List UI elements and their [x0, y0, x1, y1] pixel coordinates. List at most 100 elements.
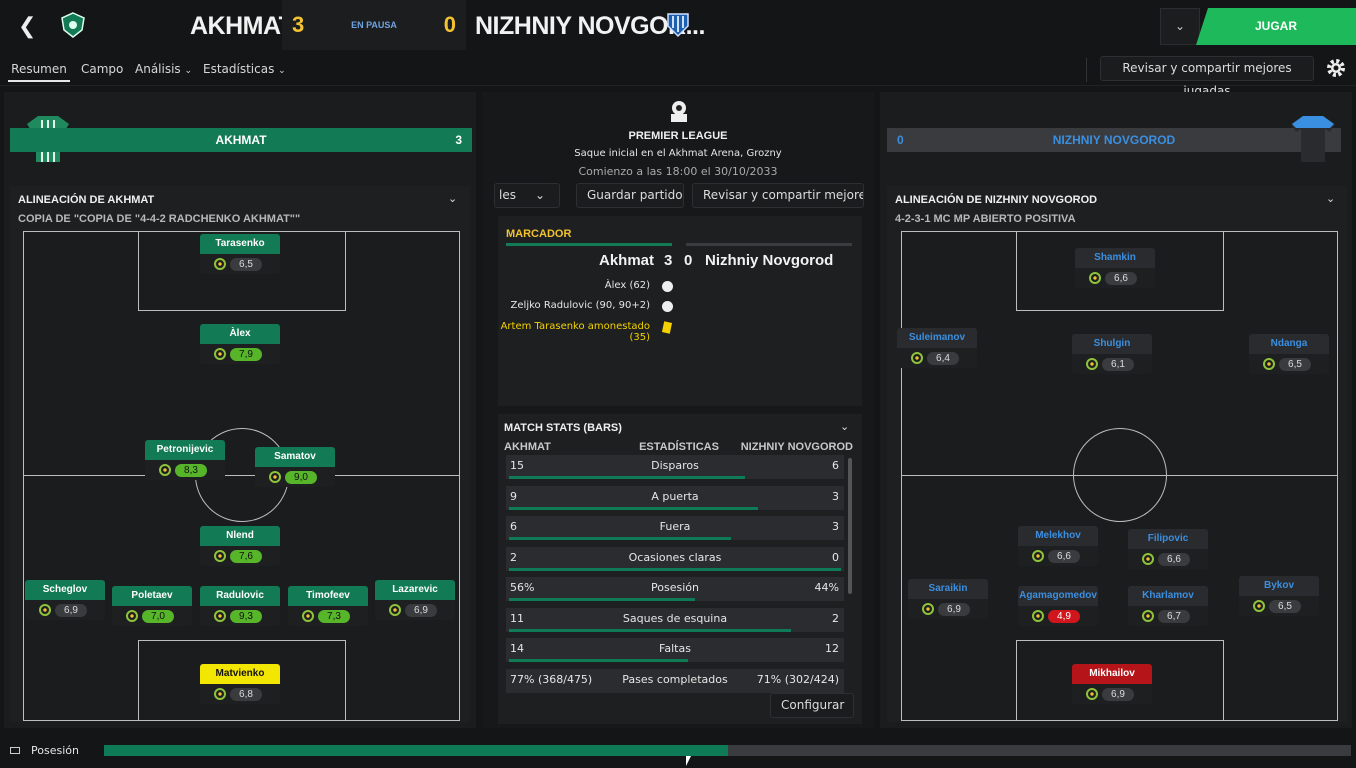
player-rating: 6,8 — [230, 688, 262, 701]
player-rating-row: 6,6 — [1075, 268, 1155, 288]
stat-home-bar — [509, 537, 732, 540]
player-rating: 6,6 — [1105, 272, 1137, 285]
player-rating-row: 6,1 — [1072, 354, 1152, 374]
player-rating-row: 6,6 — [1018, 546, 1098, 566]
player-name-tag[interactable]: Suleimanov — [897, 328, 977, 348]
player-name-tag[interactable]: Scheglov — [25, 580, 105, 600]
competition-logo-icon — [668, 98, 690, 124]
player-name-tag[interactable]: Poletaev — [112, 586, 192, 606]
player-rating: 6,6 — [1158, 553, 1190, 566]
player-name-tag[interactable]: Tarasenko — [200, 234, 280, 254]
stat-away-value: 12 — [825, 642, 839, 655]
condition-icon — [1086, 688, 1098, 700]
tab-analysis[interactable]: Análisis ⌄ — [135, 62, 192, 76]
stat-row: 6 Fuera 3 — [506, 516, 844, 540]
player-rating: 7,3 — [318, 610, 350, 623]
player-name-tag[interactable]: Kharlamov — [1128, 586, 1208, 606]
condition-icon — [269, 471, 281, 483]
play-button[interactable]: JUGAR — [1196, 8, 1356, 45]
condition-icon — [1142, 610, 1154, 622]
stat-row: 9A puerta 3 — [506, 485, 844, 510]
away-banner-name: NIZHNIY NOVGOROD — [1052, 133, 1176, 147]
stat-home-bar — [509, 476, 745, 479]
tab-summary[interactable]: Resumen — [8, 62, 70, 82]
save-match-button[interactable]: Guardar partido — [576, 183, 684, 208]
home-color-bar — [506, 243, 672, 246]
away-kit-icon — [1290, 114, 1336, 164]
chevron-down-icon: ⌄ — [534, 188, 545, 202]
player-name-tag[interactable]: Lazarevic — [375, 580, 455, 600]
condition-icon — [1032, 550, 1044, 562]
review-highlights-button[interactable]: Revisar y compartir mejores jugadas — [1100, 56, 1314, 98]
back-arrow-icon[interactable]: ❮ — [18, 14, 36, 39]
player-name-tag[interactable]: Shulgin — [1072, 334, 1152, 354]
stats-away-header: NIZHNIY NOVGOROD — [740, 441, 853, 453]
player-name-tag[interactable]: Filipovic — [1128, 529, 1208, 549]
condition-icon — [214, 688, 226, 700]
condition-icon — [1253, 600, 1265, 612]
collapse-chevron-icon[interactable]: ⌄ — [1326, 192, 1335, 205]
stat-home-bar — [509, 628, 792, 632]
goal-event: Àlex (62) — [604, 280, 650, 291]
stats-scrollbar[interactable] — [848, 458, 852, 594]
center-review-button[interactable]: Revisar y compartir mejores ju — [692, 183, 864, 208]
stat-label: Faltas — [659, 642, 691, 655]
player-name-tag[interactable]: Mikhailov — [1072, 664, 1152, 684]
condition-icon — [1032, 610, 1044, 622]
player-rating: 6,6 — [1048, 550, 1080, 563]
player-name-tag[interactable]: Nlend — [200, 526, 280, 546]
player-name-tag[interactable]: Saraikin — [908, 579, 988, 599]
stat-away-value: 3 — [832, 489, 839, 503]
player-name-tag[interactable]: Agamagomedov — [1018, 586, 1098, 606]
condition-icon — [39, 604, 51, 616]
player-rating: 7,9 — [230, 348, 262, 361]
player-name-tag[interactable]: Melekhov — [1018, 526, 1098, 546]
player-name-tag[interactable]: Àlex — [200, 324, 280, 344]
player-rating-row: 4,9 — [1018, 606, 1098, 626]
player-rating-row: 6,9 — [908, 599, 988, 619]
player-rating-row: 6,7 — [1128, 606, 1208, 626]
tab-statistics[interactable]: Estadísticas ⌄ — [203, 62, 286, 76]
stats-home-header: AKHMAT — [504, 441, 551, 453]
home-lineup-title: ALINEACIÓN DE AKHMAT — [18, 194, 155, 206]
player-name-tag[interactable]: Matvienko — [200, 664, 280, 684]
player-name-tag[interactable]: Samatov — [255, 447, 335, 467]
collapse-chevron-icon[interactable]: ⌄ — [840, 420, 849, 433]
goal-event: Zeljko Radulovic (90, 90+2) — [510, 300, 650, 311]
player-rating-row: 7,3 — [288, 606, 368, 626]
player-rating: 4,9 — [1048, 610, 1080, 623]
away-pitch — [901, 231, 1338, 721]
home-team-banner: AKHMAT 3 — [10, 128, 472, 152]
away-formation: 4-2-3-1 MC MP ABIERTO POSITIVA — [895, 213, 1076, 225]
stat-row: 15 Disparos 6 — [506, 455, 844, 479]
possession-icon — [10, 747, 20, 754]
stat-label: Saques de esquina — [622, 611, 728, 625]
chevron-down-icon: ⌄ — [278, 66, 286, 76]
player-rating-row: 6,8 — [200, 684, 280, 704]
tab-pitch[interactable]: Campo — [81, 62, 123, 76]
tabs-dropdown[interactable]: les ⌄ — [494, 183, 560, 208]
booking-event: Artem Tarasenko amonestado (35) — [500, 321, 650, 343]
divider — [1086, 58, 1087, 82]
condition-icon — [214, 610, 226, 622]
player-name-tag[interactable]: Ndanga — [1249, 334, 1329, 354]
condition-icon — [159, 464, 171, 476]
player-name-tag[interactable]: Bykov — [1239, 576, 1319, 596]
play-options-chevron-icon[interactable]: ⌄ — [1160, 8, 1200, 45]
player-rating-row: 6,4 — [897, 348, 977, 368]
player-rating-row: 8,3 — [145, 460, 225, 480]
gear-icon[interactable] — [1325, 57, 1347, 79]
configure-button[interactable]: Configurar — [770, 693, 854, 718]
collapse-chevron-icon[interactable]: ⌄ — [448, 192, 457, 205]
player-rating: 6,1 — [1102, 358, 1134, 371]
player-name-tag[interactable]: Radulovic — [200, 586, 280, 606]
scoreboard-title: MARCADOR — [506, 228, 572, 240]
away-score: 0 — [443, 12, 456, 37]
stat-label: Ocasiones claras — [628, 550, 722, 564]
player-name-tag[interactable]: Shamkin — [1075, 248, 1155, 268]
player-name-tag[interactable]: Timofeev — [288, 586, 368, 606]
player-name-tag[interactable]: Petronijevic — [145, 440, 225, 460]
home-club-badge-icon — [60, 12, 86, 38]
condition-icon — [911, 352, 923, 364]
ball-icon — [662, 301, 673, 312]
